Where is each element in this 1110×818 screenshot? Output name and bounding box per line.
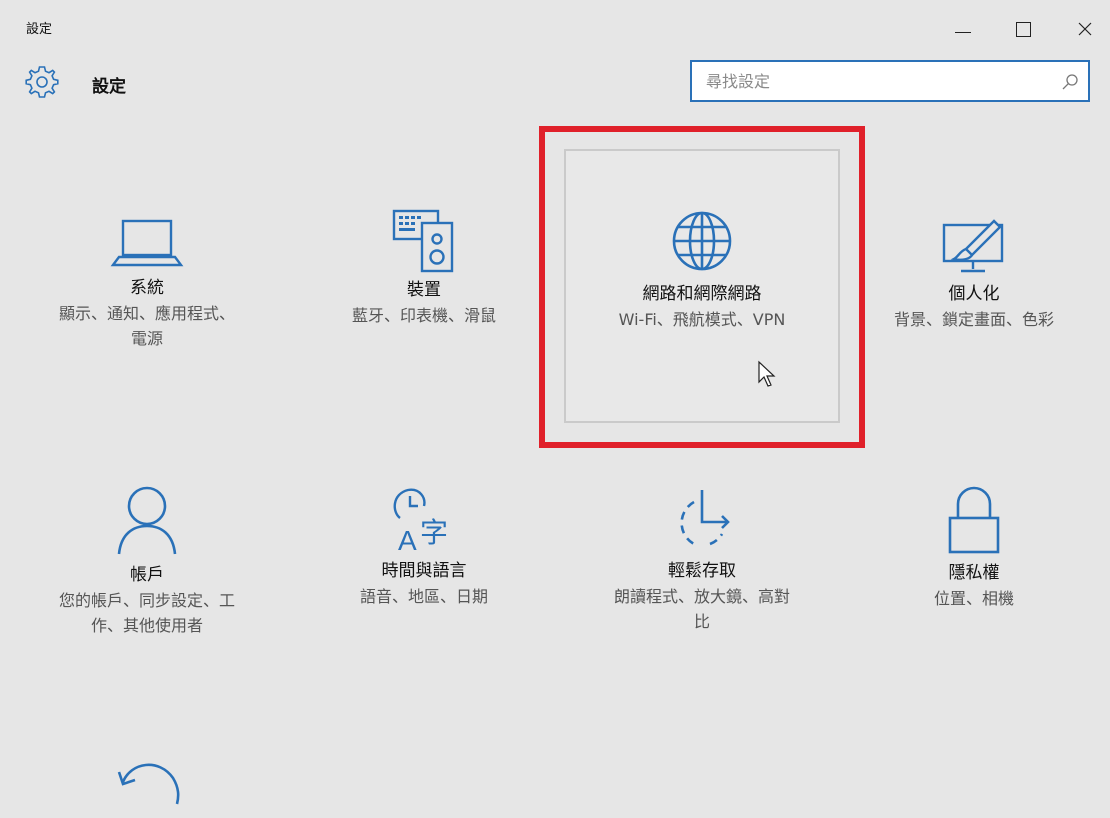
time-language-icon: A 字 xyxy=(393,488,448,554)
lock-icon xyxy=(948,486,1000,554)
tile-label: 系統 xyxy=(130,278,164,298)
maximize-icon xyxy=(1015,21,1031,37)
tile-description: 朗讀程式、放大鏡、高對比 xyxy=(613,587,790,631)
tile-label: 裝置 xyxy=(407,280,441,300)
tile-label: 時間與語言 xyxy=(381,561,467,581)
tile-label: 個人化 xyxy=(948,284,1000,304)
tile-personalization[interactable]: 個人化 背景、鎖定畫面、色彩 xyxy=(854,215,1094,332)
close-button[interactable] xyxy=(1062,12,1108,46)
minimize-button[interactable] xyxy=(940,12,986,46)
title-bar: 設定 xyxy=(0,0,1110,52)
svg-text:字: 字 xyxy=(420,516,448,549)
tile-description: 顯示、通知、應用程式、電源 xyxy=(58,304,235,348)
tile-description: 藍牙、印表機、滑鼠 xyxy=(351,306,496,325)
update-icon xyxy=(117,763,180,805)
mouse-cursor-icon xyxy=(758,360,776,387)
window-title: 設定 xyxy=(26,22,53,37)
tile-network[interactable]: 網路和網際網路 Wi-Fi、飛航模式、VPN xyxy=(582,205,822,332)
maximize-button[interactable] xyxy=(1000,12,1046,46)
devices-icon xyxy=(392,209,454,273)
tile-label: 隱私權 xyxy=(948,563,1000,583)
ease-of-access-icon xyxy=(680,490,730,546)
page-title: 設定 xyxy=(92,77,126,97)
search-box[interactable] xyxy=(690,60,1090,102)
tile-description: 語音、地區、日期 xyxy=(359,587,488,606)
tile-devices[interactable]: 裝置 藍牙、印表機、滑鼠 xyxy=(304,205,544,328)
tile-label: 帳戶 xyxy=(130,565,164,585)
search-icon[interactable] xyxy=(1060,72,1080,92)
search-input[interactable] xyxy=(692,62,1052,100)
tile-ease-of-access[interactable]: 輕鬆存取 朗讀程式、放大鏡、高對比 xyxy=(582,484,822,634)
globe-icon xyxy=(672,211,732,271)
gear-icon xyxy=(25,66,59,98)
tile-description: 背景、鎖定畫面、色彩 xyxy=(893,310,1054,329)
svg-text:A: A xyxy=(398,525,417,554)
personalization-icon xyxy=(942,219,1004,273)
tile-system[interactable]: 系統 顯示、通知、應用程式、電源 xyxy=(27,215,267,351)
tile-privacy[interactable]: 隱私權 位置、相機 xyxy=(854,484,1094,611)
tile-description: 您的帳戶、同步設定、工作、其他使用者 xyxy=(58,591,235,635)
minimize-icon xyxy=(955,31,971,33)
tile-description: Wi-Fi、飛航模式、VPN xyxy=(618,310,786,329)
settings-window: 設定 設定 尋找設定 系統 顯示、通知、應用程式、電源 裝置 藍牙、印表機、滑鼠… xyxy=(0,0,1110,818)
tile-time-language[interactable]: A 字 時間與語言 語音、地區、日期 xyxy=(304,484,544,609)
tile-description: 位置、相機 xyxy=(933,589,1014,608)
tile-update-security[interactable] xyxy=(27,752,267,812)
tile-label: 網路和網際網路 xyxy=(642,284,762,304)
person-icon xyxy=(117,486,177,555)
close-icon xyxy=(1078,22,1092,36)
tile-accounts[interactable]: 帳戶 您的帳戶、同步設定、工作、其他使用者 xyxy=(27,484,267,638)
laptop-icon xyxy=(110,219,184,267)
tile-label: 輕鬆存取 xyxy=(668,561,736,581)
